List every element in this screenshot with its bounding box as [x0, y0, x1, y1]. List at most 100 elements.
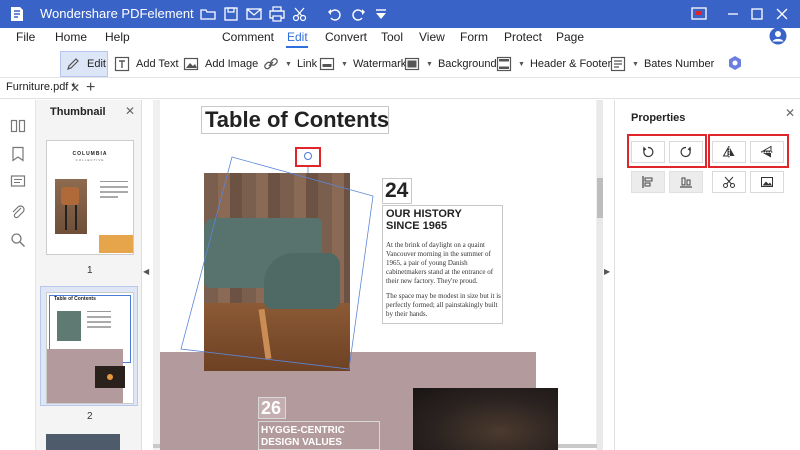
- sofa-image[interactable]: [204, 173, 350, 371]
- search-icon[interactable]: [10, 232, 26, 248]
- scissors-icon[interactable]: [291, 5, 309, 23]
- vertical-scrollbar[interactable]: [597, 100, 603, 450]
- header-footer-dropdown-arrow: ▼: [518, 60, 525, 68]
- menu-edit[interactable]: Edit: [287, 30, 308, 44]
- menu-file[interactable]: File: [16, 30, 35, 44]
- section-number-26[interactable]: 26: [258, 397, 286, 419]
- align-left-button[interactable]: [631, 171, 665, 193]
- history-paragraph-1: At the brink of daylight on a quaint Van…: [386, 241, 494, 285]
- bates-dropdown-arrow: ▼: [632, 60, 639, 68]
- link-button[interactable]: ▼ Link: [263, 51, 317, 77]
- lamp-image[interactable]: [413, 388, 558, 450]
- left-side-rail: [0, 100, 36, 450]
- menu-home[interactable]: Home: [55, 30, 87, 44]
- align-bottom-button[interactable]: [669, 171, 703, 193]
- close-thumbnail-icon[interactable]: ✕: [125, 104, 135, 118]
- page-thumbnail-3[interactable]: [46, 434, 120, 450]
- bookmark-icon[interactable]: [10, 146, 26, 162]
- settings-hexagon-icon[interactable]: [727, 55, 743, 71]
- comment-icon[interactable]: [10, 174, 26, 190]
- rotate-handle-dot[interactable]: [304, 152, 312, 160]
- menu-page[interactable]: Page: [556, 30, 584, 44]
- edit-toolbar: Edit Add Text Add Image ▼ Link ▼ Waterma…: [0, 48, 800, 78]
- background-button[interactable]: ▼ Background: [404, 51, 497, 77]
- undo-icon[interactable]: [326, 5, 344, 23]
- close-tab-icon[interactable]: ✕: [70, 81, 80, 95]
- menu-comment[interactable]: Comment: [222, 30, 274, 44]
- page-number-2: 2: [87, 411, 93, 422]
- page-thumbnail-2[interactable]: Table of Contents: [46, 292, 134, 404]
- history-heading: OUR HISTORY SINCE 1965: [386, 208, 496, 232]
- attachment-icon[interactable]: [10, 204, 26, 220]
- add-text-icon: [114, 56, 130, 72]
- thumbnail-title: Thumbnail: [50, 106, 106, 118]
- menu-help[interactable]: Help: [105, 30, 130, 44]
- thumbnail-panel-icon[interactable]: [10, 118, 26, 134]
- bates-number-button[interactable]: ▼ Bates Number: [610, 51, 714, 77]
- thumb1-brand: COLUMBIA: [72, 151, 108, 157]
- thumb1-accent-block: [99, 235, 133, 253]
- customize-dropdown-icon[interactable]: [372, 5, 390, 23]
- minimize-icon[interactable]: [724, 5, 742, 23]
- user-avatar-icon[interactable]: [769, 27, 787, 45]
- add-image-button[interactable]: Add Image: [183, 51, 258, 77]
- rotate-handle[interactable]: [295, 147, 321, 167]
- add-image-label: Add Image: [205, 58, 259, 70]
- save-icon[interactable]: [222, 5, 240, 23]
- close-properties-icon[interactable]: ✕: [785, 106, 795, 120]
- menu-view[interactable]: View: [419, 30, 445, 44]
- add-text-button[interactable]: Add Text: [114, 51, 179, 77]
- page-thumbnail-1[interactable]: COLUMBIA COLLECTIVE: [46, 140, 134, 255]
- thumb1-text-lines: [100, 181, 128, 201]
- header-footer-button[interactable]: ▼ Header & Footer: [496, 51, 611, 77]
- flip-buttons-highlight: [708, 134, 789, 168]
- collapse-right-panel-icon[interactable]: ▶: [604, 267, 614, 279]
- properties-title: Properties: [631, 112, 686, 124]
- thumb1-sub: COLLECTIVE: [75, 158, 105, 162]
- watermark-icon: [319, 57, 335, 71]
- history-heading-line2: SINCE 1965: [386, 220, 448, 232]
- edit-icon: [67, 58, 79, 70]
- replace-image-button[interactable]: [750, 171, 784, 193]
- background-icon: [404, 57, 420, 71]
- watermark-label: Watermark: [352, 58, 407, 70]
- section-number-24[interactable]: 24: [382, 178, 412, 204]
- close-window-icon[interactable]: [773, 5, 791, 23]
- background-label: Background: [437, 58, 497, 70]
- print-icon[interactable]: [268, 5, 286, 23]
- page-number-1: 1: [87, 265, 93, 276]
- align-bottom-icon: [680, 177, 692, 188]
- toc-title: Table of Contents: [205, 107, 390, 132]
- maximize-icon[interactable]: [748, 5, 766, 23]
- document-tab-furniture[interactable]: Furniture.pdf *: [2, 81, 80, 97]
- vertical-scroll-thumb[interactable]: [597, 178, 603, 218]
- document-tabs: Furniture.pdf * ✕ +: [0, 79, 800, 99]
- watermark-dropdown-arrow: ▼: [341, 60, 348, 68]
- bates-number-icon: [610, 56, 626, 72]
- thumb2-text: [87, 311, 111, 335]
- background-dropdown-arrow: ▼: [426, 60, 433, 68]
- app-logo-icon: [11, 7, 23, 21]
- link-label: Link: [296, 58, 318, 70]
- hygge-heading-line1: HYGGE-CENTRIC: [261, 425, 345, 436]
- link-icon: [264, 58, 278, 70]
- title-bar: Wondershare PDFelement: [0, 0, 800, 28]
- collapse-left-panel-icon[interactable]: ◀: [143, 267, 153, 279]
- open-folder-icon[interactable]: [199, 5, 217, 23]
- watermark-button[interactable]: ▼ Watermark: [319, 51, 406, 77]
- thumb2-dark-photo: [95, 366, 125, 388]
- email-icon[interactable]: [245, 5, 263, 23]
- hygge-heading: HYGGE-CENTRIC DESIGN VALUES: [261, 425, 379, 449]
- menu-protect[interactable]: Protect: [504, 30, 542, 44]
- edit-tool-button[interactable]: Edit: [60, 51, 108, 77]
- crop-button[interactable]: [712, 171, 746, 193]
- menu-tool[interactable]: Tool: [381, 30, 403, 44]
- feedback-icon[interactable]: [690, 5, 708, 23]
- link-dropdown-arrow: ▼: [285, 60, 292, 68]
- crop-icon: [723, 176, 735, 188]
- redo-icon[interactable]: [349, 5, 367, 23]
- menu-form[interactable]: Form: [460, 30, 488, 44]
- menu-convert[interactable]: Convert: [325, 30, 367, 44]
- floor: [204, 303, 350, 371]
- new-tab-icon[interactable]: +: [86, 79, 95, 97]
